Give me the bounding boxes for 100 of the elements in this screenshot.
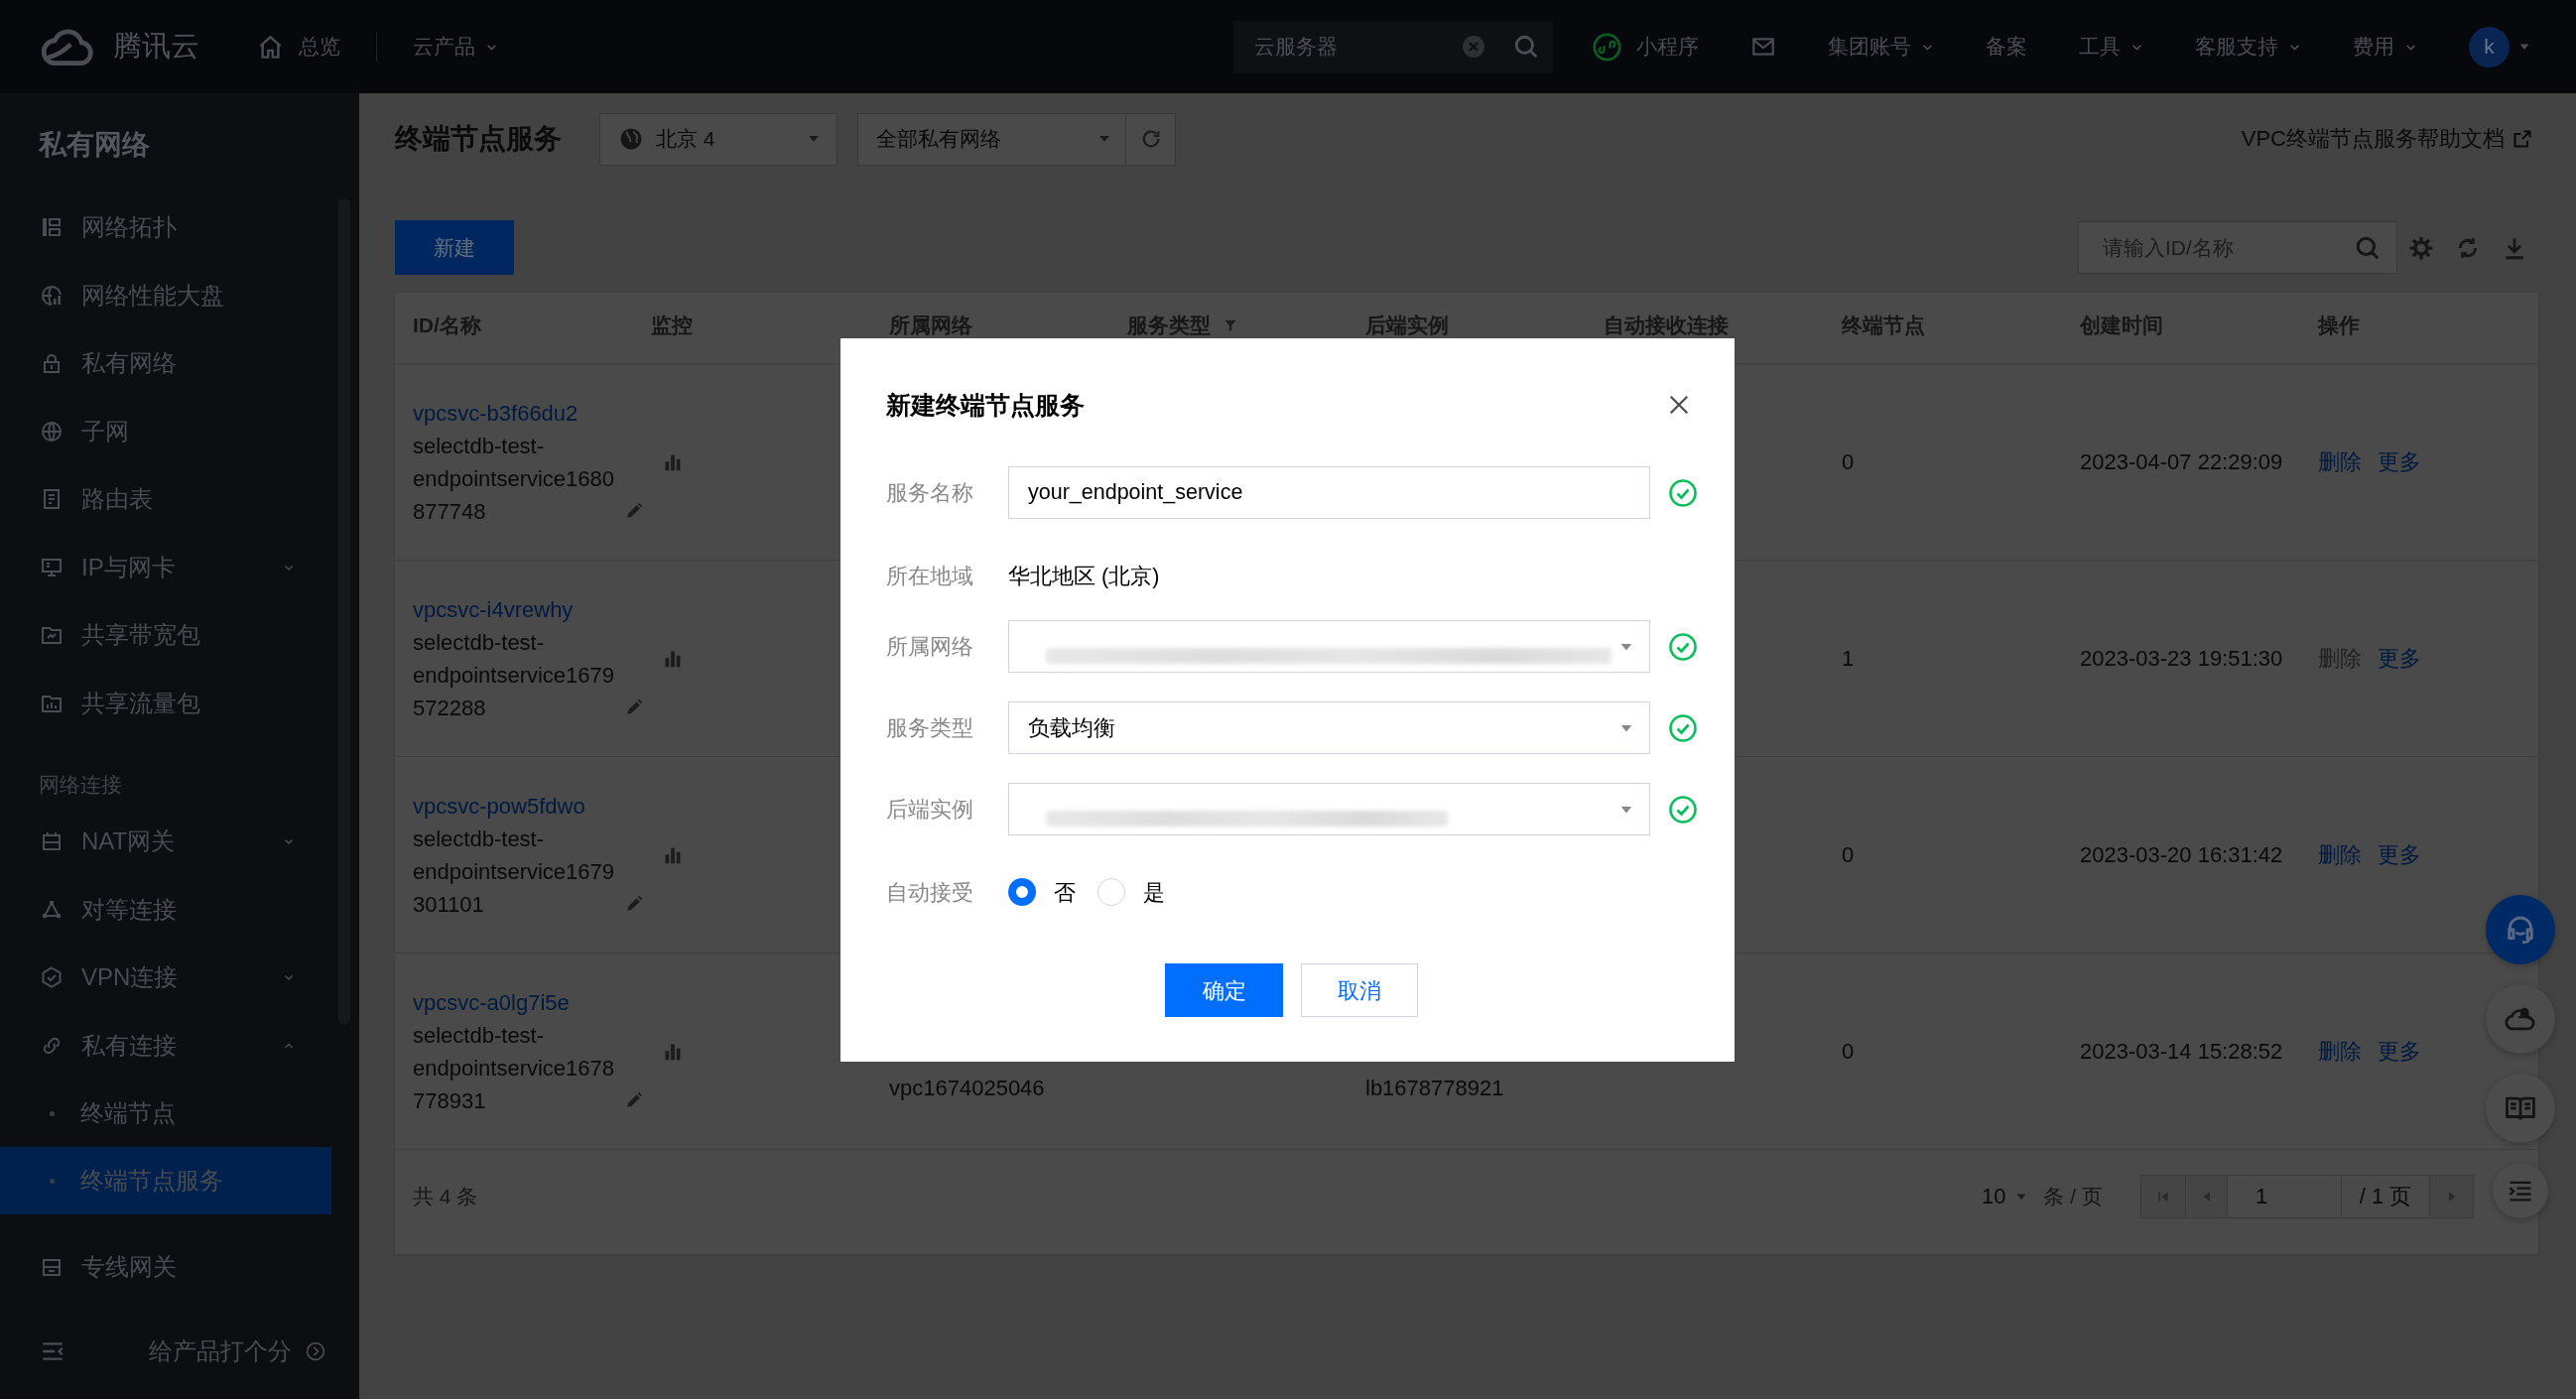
sidebar-item[interactable]: IP与网卡	[0, 533, 331, 601]
table-cell-text: 0	[1842, 841, 1856, 869]
close-button[interactable]	[1668, 394, 1690, 416]
text-input[interactable]: your_endpoint_service	[1008, 466, 1650, 519]
rate-product-link[interactable]: 给产品打个分	[149, 1335, 325, 1367]
name-text: selectdb-test-endpointservice1680877748	[413, 432, 616, 526]
first-page-button[interactable]	[2140, 1175, 2186, 1218]
new-button[interactable]: 新建	[395, 220, 514, 275]
pencil-icon[interactable]	[625, 894, 643, 913]
sidebar-item[interactable]: NAT网关	[0, 808, 331, 876]
nav-menu[interactable]: 云产品	[413, 33, 498, 61]
sidebar-item[interactable]: VPN连接	[0, 944, 331, 1012]
nav-menu[interactable]: 客服支持	[2195, 33, 2301, 61]
name-text: selectdb-test-endpointservice1679301101	[413, 825, 616, 919]
field-label: 自动接受	[886, 879, 974, 907]
field-label: 后端实例	[886, 797, 974, 824]
vpc-select[interactable]: 全部私有网络	[857, 112, 1126, 166]
name-text: selectdb-test-endpointservice1679572288	[413, 628, 616, 722]
id-link[interactable]: vpcsvc-pow5fdwo	[413, 789, 585, 823]
bullet-icon	[50, 1110, 55, 1116]
filter-icon[interactable]	[1224, 318, 1237, 332]
table-cell-text: 2023-03-23 19:51:30	[2080, 645, 2284, 673]
search-field[interactable]: 云服务器	[1233, 20, 1553, 73]
field-label: 服务类型	[886, 715, 974, 742]
action-link[interactable]: 更多	[2378, 642, 2421, 675]
sidebar-subitem[interactable]: 终端节点	[0, 1080, 331, 1147]
action-link[interactable]: 更多	[2378, 445, 2421, 478]
table-cell-text: 2023-04-07 22:29:09	[2080, 448, 2284, 476]
external-link-icon	[2512, 129, 2532, 149]
table-cell-text: vpc1674025046	[889, 1075, 1046, 1102]
dropdown-select[interactable]	[1008, 620, 1650, 673]
nav-menu[interactable]: 费用	[2353, 33, 2417, 61]
pencil-icon[interactable]	[625, 698, 643, 716]
dialog-title: 新建终端节点服务	[886, 390, 1085, 421]
sidebar-item[interactable]: 路由表	[0, 465, 331, 534]
cancel-button[interactable]: 取消	[1301, 963, 1418, 1017]
table-cell-text: 2023-03-20 16:31:42	[2080, 841, 2284, 869]
logo-text[interactable]: 腾讯云	[113, 27, 199, 66]
table-cell-text: lb1678778921	[1365, 1075, 1505, 1102]
help-link[interactable]: VPC终端节点服务帮助文档	[2241, 124, 2532, 154]
field-label: 服务名称	[886, 480, 974, 507]
globe-icon	[619, 127, 643, 151]
search-icon[interactable]	[2355, 234, 2381, 261]
user-avatar[interactable]: k	[2469, 26, 2510, 67]
globe-icon	[40, 419, 64, 444]
sidebar-item[interactable]: 对等连接	[0, 875, 331, 944]
page-size-select[interactable]: 10	[1982, 1184, 2028, 1209]
confirm-button[interactable]: 确定	[1165, 963, 1283, 1017]
nav-menu[interactable]: 集团账号	[1828, 33, 1934, 61]
region-select[interactable]: 北京 4	[599, 112, 837, 166]
page-title: 终端节点服务	[395, 122, 562, 156]
sidebar-item[interactable]: 子网	[0, 397, 331, 465]
chevron-circle-icon	[306, 1341, 325, 1361]
bullet-icon	[50, 1178, 55, 1184]
table-cell-text: 1	[1842, 645, 1856, 673]
radio-button[interactable]	[1008, 878, 1036, 906]
sidebar-item[interactable]: 专线网关	[0, 1233, 331, 1302]
mini-program-link[interactable]: 小程序	[1593, 32, 1699, 62]
radio-label[interactable]: 是	[1143, 877, 1165, 907]
refresh-button[interactable]	[1126, 112, 1176, 166]
name-text: selectdb-test-endpointservice1678778931	[413, 1021, 616, 1115]
sidebar-title: 私有网络	[37, 128, 151, 162]
action-link[interactable]: 更多	[2378, 1035, 2421, 1068]
radio-label[interactable]: 否	[1054, 877, 1076, 907]
field-label: 所在地域	[886, 564, 974, 590]
first-page-icon	[2156, 1190, 2170, 1204]
table-cell-text: 0	[1842, 448, 1856, 476]
settings-icon[interactable]	[2408, 234, 2434, 261]
hexagon-icon	[40, 965, 64, 990]
action-link[interactable]: 更多	[2378, 838, 2421, 871]
sidebar-item[interactable]: 网络性能大盘	[0, 261, 331, 329]
nav-menu[interactable]: 工具	[2079, 33, 2143, 61]
action-link[interactable]: 删除	[2318, 838, 2362, 871]
clear-icon[interactable]	[1462, 35, 1485, 59]
close-icon	[1668, 394, 1690, 416]
sidebar-item[interactable]: 私有网络	[0, 329, 331, 398]
field-label: 所属网络	[886, 634, 974, 661]
sidebar-item[interactable]: 共享流量包	[0, 669, 331, 737]
id-link[interactable]: vpcsvc-i4vrewhy	[413, 592, 574, 626]
prev-page-button[interactable]	[2185, 1175, 2228, 1218]
overview-link[interactable]: 总览	[257, 33, 340, 61]
next-page-button[interactable]	[2429, 1175, 2474, 1218]
id-link[interactable]: vpcsvc-a0lg7i5e	[413, 985, 570, 1019]
page-input[interactable]: 1	[2227, 1175, 2342, 1218]
action-link[interactable]: 删除	[2318, 1035, 2362, 1068]
action-link[interactable]: 删除	[2318, 445, 2362, 478]
sidebar-subitem[interactable]: 终端节点服务	[0, 1147, 331, 1214]
sidebar-item[interactable]: 私有连接	[0, 1011, 331, 1080]
globe-chart-icon	[40, 283, 64, 308]
search-icon[interactable]	[1513, 34, 1539, 60]
pencil-icon[interactable]	[625, 501, 643, 520]
sidebar-item[interactable]: 共享带宽包	[0, 601, 331, 670]
nav-link[interactable]: 备案	[1986, 33, 2027, 61]
id-link[interactable]: vpcsvc-b3f66du2	[413, 396, 579, 430]
field-value: 华北地区 (北京)	[1008, 564, 1160, 590]
sidebar-item[interactable]: 网络拓扑	[0, 193, 331, 262]
table-cell-text: 0	[1842, 1038, 1856, 1066]
pencil-icon[interactable]	[625, 1090, 643, 1109]
dropdown-select[interactable]: 负载均衡	[1008, 701, 1650, 754]
dropdown-select[interactable]	[1008, 783, 1650, 835]
